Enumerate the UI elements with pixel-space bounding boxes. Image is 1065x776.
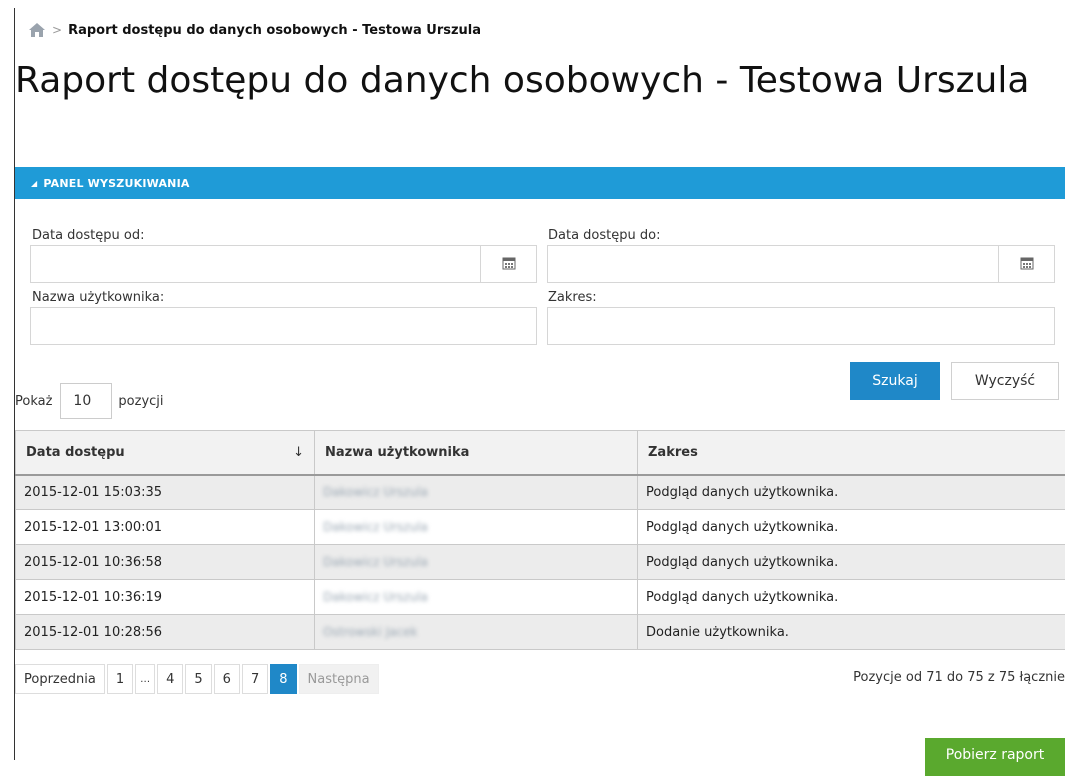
cell-scope: Podgląd danych użytkownika.: [638, 510, 1065, 545]
column-header-date[interactable]: Data dostępu ↓: [16, 431, 315, 475]
pagination-page-1[interactable]: 1: [107, 664, 133, 694]
page-title: Raport dostępu do danych osobowych - Tes…: [15, 60, 1035, 102]
home-icon[interactable]: [28, 22, 46, 38]
pagination-prev[interactable]: Poprzednia: [15, 664, 105, 694]
pagination-next[interactable]: Następna: [299, 664, 379, 694]
cell-user: Dakowicz Urszula: [315, 545, 638, 580]
date-to-calendar-button[interactable]: [998, 246, 1054, 282]
cell-date: 2015-12-01 10:36:58: [16, 545, 315, 580]
table-row[interactable]: 2015-12-01 13:00:01 Dakowicz Urszula Pod…: [16, 510, 1065, 545]
cell-scope: Podgląd danych użytkownika.: [638, 545, 1065, 580]
cell-user: Ostrowski Jacek: [315, 615, 638, 650]
breadcrumb: > Raport dostępu do danych osobowych - T…: [28, 22, 481, 38]
page-size-control: Pokaż 10 pozycji: [15, 383, 164, 419]
date-from-calendar-button[interactable]: [480, 246, 536, 282]
cell-date: 2015-12-01 13:00:01: [16, 510, 315, 545]
scope-input[interactable]: [547, 307, 1055, 345]
pagination-ellipsis: …: [135, 664, 155, 694]
calendar-icon: [502, 255, 516, 274]
user-name-blurred: Dakowicz Urszula: [323, 485, 428, 499]
date-from-label: Data dostępu od:: [32, 228, 144, 243]
cell-date: 2015-12-01 15:03:35: [16, 475, 315, 510]
cell-date: 2015-12-01 10:36:19: [16, 580, 315, 615]
cell-scope: Podgląd danych użytkownika.: [638, 580, 1065, 615]
page-size-prefix: Pokaż: [15, 394, 52, 409]
date-to-input[interactable]: [547, 245, 1055, 283]
pagination-info: Pozycje od 71 do 75 z 75 łącznie: [853, 670, 1065, 685]
clear-button[interactable]: Wyczyść: [951, 362, 1059, 400]
search-button[interactable]: Szukaj: [850, 362, 940, 400]
triangle-collapse-icon: ◢: [31, 179, 37, 188]
user-name-blurred: Ostrowski Jacek: [323, 625, 417, 639]
pagination-page-6[interactable]: 6: [214, 664, 240, 694]
pagination-page-8-active[interactable]: 8: [270, 664, 296, 694]
page-size-input[interactable]: 10: [60, 383, 112, 419]
cell-user: Dakowicz Urszula: [315, 475, 638, 510]
column-header-scope[interactable]: Zakres: [638, 431, 1065, 475]
cell-date: 2015-12-01 10:28:56: [16, 615, 315, 650]
date-to-label: Data dostępu do:: [548, 228, 660, 243]
pagination-page-5[interactable]: 5: [185, 664, 211, 694]
table-header-row: Data dostępu ↓ Nazwa użytkownika Zakres: [16, 431, 1065, 475]
user-name-blurred: Dakowicz Urszula: [323, 520, 428, 534]
pagination-page-7[interactable]: 7: [242, 664, 268, 694]
table-row[interactable]: 2015-12-01 10:28:56 Ostrowski Jacek Doda…: [16, 615, 1065, 650]
table-row[interactable]: 2015-12-01 10:36:19 Dakowicz Urszula Pod…: [16, 580, 1065, 615]
user-name-blurred: Dakowicz Urszula: [323, 555, 428, 569]
breadcrumb-separator: >: [52, 23, 62, 37]
scope-label: Zakres:: [548, 290, 597, 305]
page-size-suffix: pozycji: [118, 394, 163, 409]
date-from-input[interactable]: [30, 245, 537, 283]
column-header-user[interactable]: Nazwa użytkownika: [315, 431, 638, 475]
username-label: Nazwa użytkownika:: [32, 290, 164, 305]
user-name-blurred: Dakowicz Urszula: [323, 590, 428, 604]
sort-desc-icon: ↓: [293, 445, 304, 460]
username-input[interactable]: [30, 307, 537, 345]
search-panel-header[interactable]: ◢ PANEL WYSZUKIWANIA: [15, 167, 1065, 199]
pagination-page-4[interactable]: 4: [157, 664, 183, 694]
table-row[interactable]: 2015-12-01 15:03:35 Dakowicz Urszula Pod…: [16, 475, 1065, 510]
pagination: Poprzednia 1 … 4 5 6 7 8 Następna: [15, 664, 381, 694]
column-header-date-label: Data dostępu: [26, 445, 125, 460]
cell-scope: Podgląd danych użytkownika.: [638, 475, 1065, 510]
access-report-table: Data dostępu ↓ Nazwa użytkownika Zakres …: [15, 430, 1065, 650]
search-panel-title: PANEL WYSZUKIWANIA: [43, 177, 189, 190]
calendar-icon: [1020, 255, 1034, 274]
breadcrumb-current: Raport dostępu do danych osobowych - Tes…: [68, 23, 481, 38]
download-report-button[interactable]: Pobierz raport: [925, 738, 1065, 776]
table-row[interactable]: 2015-12-01 10:36:58 Dakowicz Urszula Pod…: [16, 545, 1065, 580]
cell-user: Dakowicz Urszula: [315, 580, 638, 615]
cell-user: Dakowicz Urszula: [315, 510, 638, 545]
cell-scope: Dodanie użytkownika.: [638, 615, 1065, 650]
